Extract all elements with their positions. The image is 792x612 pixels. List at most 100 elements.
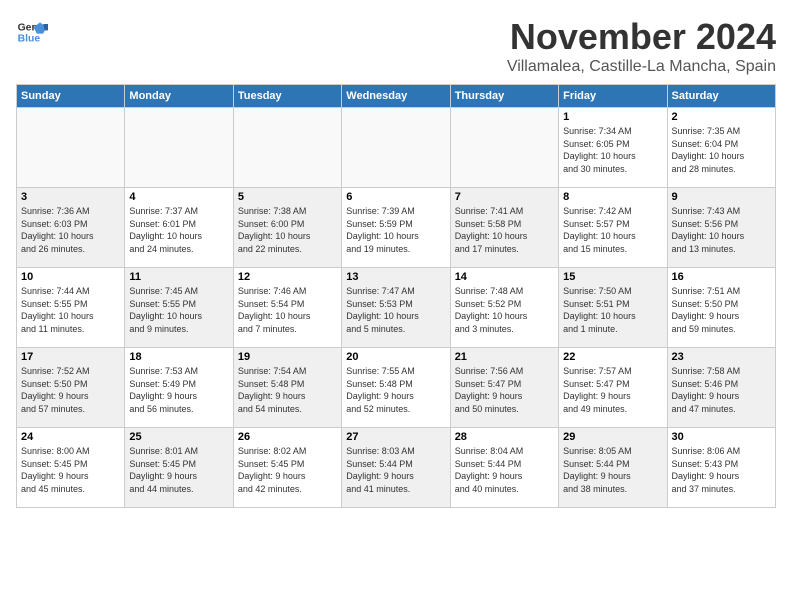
calendar-day-cell: 21 Sunrise: 7:56 AM Sunset: 5:47 PM Dayli… [450,348,558,428]
day-info: Sunrise: 7:43 AM Sunset: 5:56 PM Dayligh… [672,205,771,255]
day-number: 3 [21,191,120,203]
day-info: Sunrise: 7:56 AM Sunset: 5:47 PM Dayligh… [455,365,554,415]
day-number: 6 [346,191,445,203]
calendar-day-cell: 27Sunrise: 8:03 AM Sunset: 5:44 PM Dayli… [342,428,450,508]
day-number: 14 [455,271,554,283]
calendar-table: SundayMondayTuesdayWednesdayThursdayFrid… [16,84,776,508]
calendar-day-cell: 30 Sunrise: 8:06 AM Sunset: 5:43 PM Dayli… [667,428,775,508]
day-info: Sunrise: 8:06 AM Sunset: 5:43 PM Dayligh… [672,445,771,495]
day-info: Sunrise: 7:54 AM Sunset: 5:48 PM Dayligh… [238,365,337,415]
calendar-day-cell: 5 Sunrise: 7:38 AM Sunset: 6:00 PM Daylig… [233,188,341,268]
day-info: Sunrise: 8:03 AM Sunset: 5:44 PM Dayligh… [346,445,445,495]
calendar-day-cell: 1 Sunrise: 7:34 AM Sunset: 6:05 PM Daylig… [559,108,667,188]
calendar-day-cell: 11 Sunrise: 7:45 AM Sunset: 5:55 PM Dayli… [125,268,233,348]
calendar-day-cell: 23 Sunrise: 7:58 AM Sunset: 5:46 PM Dayli… [667,348,775,428]
weekday-header: Wednesday [342,85,450,108]
calendar-day-cell: 17 Sunrise: 7:52 AM Sunset: 5:50 PM Dayli… [17,348,125,428]
weekday-header: Monday [125,85,233,108]
calendar-day-cell [17,108,125,188]
calendar-day-cell: 3 Sunrise: 7:36 AM Sunset: 6:03 PM Daylig… [17,188,125,268]
calendar-day-cell: 24Sunrise: 8:00 AM Sunset: 5:45 PM Dayli… [17,428,125,508]
svg-text:Blue: Blue [18,34,41,45]
calendar-day-cell: 28 Sunrise: 8:04 AM Sunset: 5:44 PM Dayli… [450,428,558,508]
day-info: Sunrise: 8:00 AM Sunset: 5:45 PM Dayligh… [21,445,120,495]
day-number: 25 [129,431,228,443]
calendar-day-cell [233,108,341,188]
day-info: Sunrise: 7:48 AM Sunset: 5:52 PM Dayligh… [455,285,554,335]
calendar-day-cell [125,108,233,188]
day-info: Sunrise: 8:02 AM Sunset: 5:45 PM Dayligh… [238,445,337,495]
day-number: 5 [238,191,337,203]
calendar-day-cell [342,108,450,188]
calendar-day-cell: 13 Sunrise: 7:47 AM Sunset: 5:53 PM Dayli… [342,268,450,348]
calendar-day-cell: 22Sunrise: 7:57 AM Sunset: 5:47 PM Dayli… [559,348,667,428]
day-number: 1 [563,111,662,123]
day-number: 29 [563,431,662,443]
day-info: Sunrise: 7:52 AM Sunset: 5:50 PM Dayligh… [21,365,120,415]
day-number: 20 [346,351,445,363]
day-number: 16 [672,271,771,283]
day-info: Sunrise: 7:50 AM Sunset: 5:51 PM Dayligh… [563,285,662,335]
calendar-day-cell: 25Sunrise: 8:01 AM Sunset: 5:45 PM Dayli… [125,428,233,508]
day-info: Sunrise: 8:04 AM Sunset: 5:44 PM Dayligh… [455,445,554,495]
logo: General Blue [16,16,48,48]
weekday-header: Tuesday [233,85,341,108]
day-info: Sunrise: 8:05 AM Sunset: 5:44 PM Dayligh… [563,445,662,495]
calendar-week-row: 3 Sunrise: 7:36 AM Sunset: 6:03 PM Daylig… [17,188,776,268]
day-number: 21 [455,351,554,363]
day-number: 30 [672,431,771,443]
day-info: Sunrise: 7:55 AM Sunset: 5:48 PM Dayligh… [346,365,445,415]
day-info: Sunrise: 7:46 AM Sunset: 5:54 PM Dayligh… [238,285,337,335]
day-info: Sunrise: 7:58 AM Sunset: 5:46 PM Dayligh… [672,365,771,415]
calendar-day-cell: 4 Sunrise: 7:37 AM Sunset: 6:01 PM Daylig… [125,188,233,268]
calendar-day-cell: 16 Sunrise: 7:51 AM Sunset: 5:50 PM Dayli… [667,268,775,348]
day-number: 2 [672,111,771,123]
weekday-header: Saturday [667,85,775,108]
calendar-day-cell: 8Sunrise: 7:42 AM Sunset: 5:57 PM Daylig… [559,188,667,268]
day-number: 28 [455,431,554,443]
day-number: 26 [238,431,337,443]
day-info: Sunrise: 7:51 AM Sunset: 5:50 PM Dayligh… [672,285,771,335]
calendar-week-row: 24Sunrise: 8:00 AM Sunset: 5:45 PM Dayli… [17,428,776,508]
title-section: November 2024 Villamalea, Castille-La Ma… [507,16,776,76]
location-subtitle: Villamalea, Castille-La Mancha, Spain [507,58,776,76]
day-number: 15 [563,271,662,283]
day-number: 9 [672,191,771,203]
calendar-week-row: 1 Sunrise: 7:34 AM Sunset: 6:05 PM Daylig… [17,108,776,188]
calendar-day-cell: 9 Sunrise: 7:43 AM Sunset: 5:56 PM Daylig… [667,188,775,268]
month-title: November 2024 [507,16,776,58]
weekday-header: Friday [559,85,667,108]
day-number: 12 [238,271,337,283]
calendar-week-row: 10Sunrise: 7:44 AM Sunset: 5:55 PM Dayli… [17,268,776,348]
day-number: 13 [346,271,445,283]
day-number: 7 [455,191,554,203]
calendar-day-cell: 18 Sunrise: 7:53 AM Sunset: 5:49 PM Dayli… [125,348,233,428]
logo-icon: General Blue [16,16,48,48]
day-number: 19 [238,351,337,363]
calendar-header: SundayMondayTuesdayWednesdayThursdayFrid… [17,85,776,108]
day-number: 18 [129,351,228,363]
day-info: Sunrise: 7:34 AM Sunset: 6:05 PM Dayligh… [563,125,662,175]
day-info: Sunrise: 7:53 AM Sunset: 5:49 PM Dayligh… [129,365,228,415]
day-info: Sunrise: 7:57 AM Sunset: 5:47 PM Dayligh… [563,365,662,415]
calendar-day-cell: 6 Sunrise: 7:39 AM Sunset: 5:59 PM Daylig… [342,188,450,268]
day-number: 17 [21,351,120,363]
day-info: Sunrise: 7:45 AM Sunset: 5:55 PM Dayligh… [129,285,228,335]
day-number: 23 [672,351,771,363]
day-number: 11 [129,271,228,283]
calendar-day-cell: 10Sunrise: 7:44 AM Sunset: 5:55 PM Dayli… [17,268,125,348]
day-info: Sunrise: 7:47 AM Sunset: 5:53 PM Dayligh… [346,285,445,335]
day-info: Sunrise: 7:35 AM Sunset: 6:04 PM Dayligh… [672,125,771,175]
calendar-day-cell: 14 Sunrise: 7:48 AM Sunset: 5:52 PM Dayli… [450,268,558,348]
day-info: Sunrise: 7:38 AM Sunset: 6:00 PM Dayligh… [238,205,337,255]
day-info: Sunrise: 7:42 AM Sunset: 5:57 PM Dayligh… [563,205,662,255]
calendar-day-cell: 19 Sunrise: 7:54 AM Sunset: 5:48 PM Dayli… [233,348,341,428]
day-info: Sunrise: 7:37 AM Sunset: 6:01 PM Dayligh… [129,205,228,255]
calendar-day-cell: 2 Sunrise: 7:35 AM Sunset: 6:04 PM Daylig… [667,108,775,188]
day-info: Sunrise: 7:41 AM Sunset: 5:58 PM Dayligh… [455,205,554,255]
day-number: 4 [129,191,228,203]
day-info: Sunrise: 7:39 AM Sunset: 5:59 PM Dayligh… [346,205,445,255]
calendar-day-cell: 7 Sunrise: 7:41 AM Sunset: 5:58 PM Daylig… [450,188,558,268]
page-header: General Blue November 2024 Villamalea, C… [16,16,776,76]
day-info: Sunrise: 7:36 AM Sunset: 6:03 PM Dayligh… [21,205,120,255]
